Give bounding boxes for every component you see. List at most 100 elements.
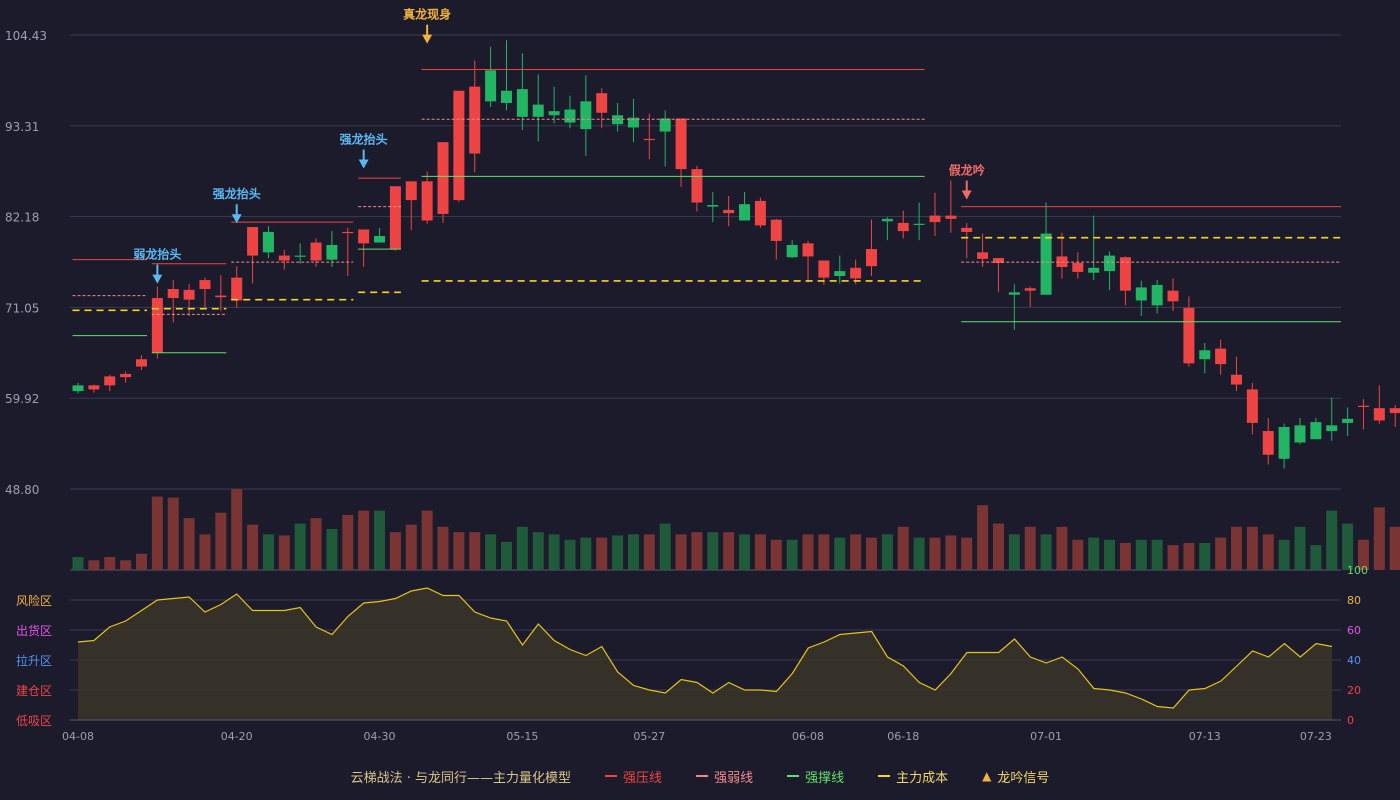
candle-body [850,267,862,279]
signal-marker: 假龙吟 [949,163,985,200]
candle-body [1024,288,1036,291]
volume-bar [294,523,306,570]
candle-body [342,231,354,234]
candle-body [866,249,877,267]
legend-title: 云梯战法 · 与龙同行——主力量化模型 [350,770,572,786]
candle-body [1294,425,1306,443]
volume-bar [596,537,608,570]
volume-bar [1215,537,1227,570]
volume-bar [659,523,671,570]
price-tick-labels: 104.43 93.31 82.18 71.05 59.92 48.80 [5,29,47,497]
volume-bar [1151,539,1163,570]
candle-body [1262,431,1274,455]
candle-body [120,373,132,378]
candle-body [421,181,433,221]
volume-bar [199,534,211,570]
volume-bar [786,539,798,570]
candle [278,249,290,270]
candle [866,219,877,276]
volume-bar [135,553,147,570]
candle [1024,286,1036,308]
volume-bar [1008,534,1020,570]
candle-body [818,260,830,278]
volume-bar [358,510,370,570]
volume-bar [1104,539,1116,570]
candle-body [1215,348,1227,365]
price-tick-label: 48.80 [5,483,39,497]
candle-body [596,93,608,113]
candle [596,88,608,129]
candle [135,355,147,370]
candle-body [389,186,401,250]
candle-body [453,90,465,201]
candle-body [1167,290,1179,302]
signal-marker: 强龙抬头 [213,186,261,224]
volume-bar [818,534,830,570]
volume-bar [1389,526,1400,570]
candle-body [516,89,528,117]
candle [1389,404,1400,427]
candle [802,240,814,283]
triangle-icon: ▲ [982,769,992,783]
volume-bar [1199,543,1211,570]
candle-body [707,204,719,207]
volume-bar [104,557,116,570]
candle [1215,339,1227,375]
volume-bar [72,557,84,570]
signal-label: 弱龙抬头 [133,247,181,262]
candle-body [183,289,195,300]
candle [1151,280,1163,314]
volume-bar [151,496,163,570]
candle-body [1040,233,1052,295]
legend-item-cost: 主力成本 [878,767,948,786]
date-tick-labels: 04-08 04-20 04-30 05-15 05-27 06-08 06-18 07-01… [62,730,1332,743]
volume-bar [913,537,925,570]
candlesticks [72,40,1400,469]
volume-bar [500,541,512,570]
volume-bar [532,532,544,570]
candle-body [881,218,893,222]
volume-bar [1326,510,1338,570]
candle-body [1104,255,1116,272]
signal-arrow-icon [422,34,433,44]
volume-bar [707,532,719,570]
candle [500,40,512,111]
candle-body [167,289,179,299]
candle-body [1389,408,1400,414]
candle-body [1278,426,1290,459]
candle [1246,382,1258,435]
candle-body [1072,262,1084,272]
candle [262,226,274,259]
candle-body [977,252,989,259]
candle [294,243,306,264]
candle-body [1135,287,1147,301]
osc-tick-label: 40 [1347,654,1361,667]
osc-tick-label: 0 [1347,714,1354,727]
date-tick-label: 04-08 [62,730,94,743]
volume-bar [977,505,989,570]
candle-body [326,244,338,260]
candle [659,110,671,167]
candle-body [897,222,909,232]
candle-body [580,101,592,130]
candle-body [691,169,703,203]
volume-bar [1024,526,1036,570]
candle [739,191,751,221]
candle-body [1246,389,1258,423]
signal-label: 强龙抬头 [213,186,261,201]
candle [786,240,798,259]
candle [548,86,560,124]
candle [1088,215,1100,281]
volume-bar [1373,507,1385,570]
volume-bar [866,537,877,570]
candle [1119,256,1131,306]
price-tick-label: 93.31 [5,120,39,134]
volume-bar [627,534,639,570]
osc-tick-label: 20 [1347,684,1361,697]
candle [342,227,354,276]
candle [1357,399,1369,430]
candle [215,275,227,312]
volume-bar [516,526,528,570]
candle [88,384,100,393]
candle [199,277,211,308]
